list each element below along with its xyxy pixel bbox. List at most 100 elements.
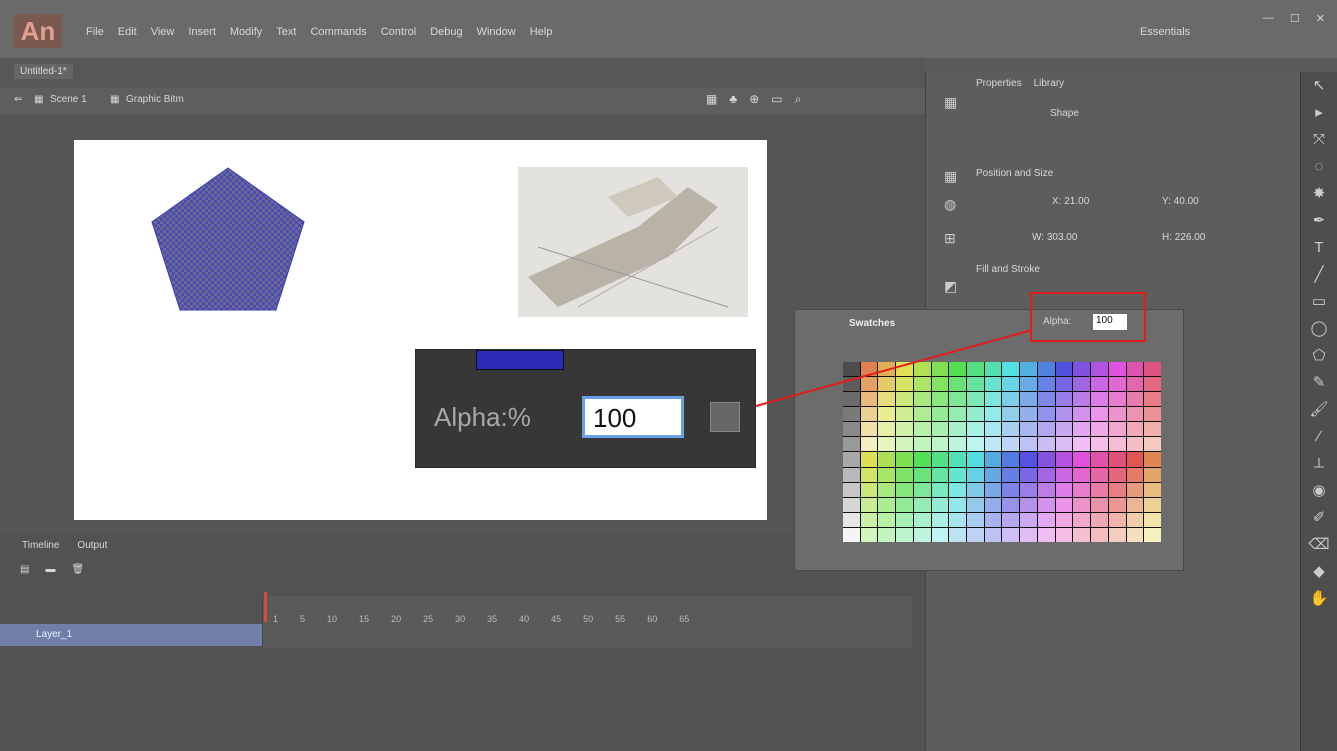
section-fill[interactable]: Fill and Stroke [976,264,1040,275]
swatch-cell[interactable] [913,527,931,542]
swatch-cell[interactable] [967,377,984,392]
swatch-cell[interactable] [984,527,1002,542]
swatch-cell[interactable] [860,437,878,452]
swatch-cell[interactable] [1037,377,1055,392]
swatch-cell[interactable] [1073,437,1091,452]
selection-tool-icon[interactable]: ↖ [1301,72,1337,99]
swatch-cell[interactable] [931,527,949,542]
tab-library[interactable]: Library [1034,78,1065,89]
swatch-cell[interactable] [984,407,1002,422]
swatch-cell[interactable] [878,482,896,497]
swatch-cell[interactable] [878,377,896,392]
clip-icon[interactable]: ▭ [771,92,782,107]
swatch-cell[interactable] [1108,377,1126,392]
swatch-cell[interactable] [878,512,896,527]
swatch-cell[interactable] [1020,467,1037,482]
swatch-cell[interactable] [967,467,984,482]
swatch-cell[interactable] [1126,482,1144,497]
swatch-cell[interactable] [1091,497,1108,512]
swatch-cell[interactable] [896,482,913,497]
swatch-cell[interactable] [949,482,967,497]
swatch-cell[interactable] [931,407,949,422]
swatch-cell[interactable] [1073,467,1091,482]
swatch-cell[interactable] [1020,527,1037,542]
swatch-cell[interactable] [931,497,949,512]
swatch-cell[interactable] [1037,452,1055,467]
swatch-cell[interactable] [984,437,1002,452]
swatch-cell[interactable] [843,437,860,452]
brush-icon[interactable]: 🖌 [1301,396,1337,423]
swatch-cell[interactable] [1144,482,1161,497]
swatch-cell[interactable] [1144,407,1161,422]
swatch-cell[interactable] [860,527,878,542]
swatch-cell[interactable] [1037,497,1055,512]
swatch-cell[interactable] [1020,362,1037,377]
swatch-cell[interactable] [1055,482,1073,497]
x-field[interactable]: X: 21.00 [1052,196,1089,207]
swatch-cell[interactable] [931,377,949,392]
swatch-cell[interactable] [843,377,860,392]
swatch-cell[interactable] [984,422,1002,437]
swatch-cell[interactable] [1108,437,1126,452]
tab-properties[interactable]: Properties [976,78,1022,89]
document-tab[interactable]: Untitled-1* [14,64,73,79]
swatch-cell[interactable] [1108,497,1126,512]
swatch-cell[interactable] [878,362,896,377]
swatch-cell[interactable] [931,452,949,467]
swatch-cell[interactable] [1020,452,1037,467]
menu-debug[interactable]: Debug [430,26,462,38]
swatch-cell[interactable] [949,422,967,437]
swatch-cell[interactable] [1091,422,1108,437]
swatch-cell[interactable] [1126,422,1144,437]
swatch-cell[interactable] [1002,377,1020,392]
menu-text[interactable]: Text [276,26,296,38]
swatch-cell[interactable] [1055,437,1073,452]
swatch-cell[interactable] [1020,437,1037,452]
swatch-cell[interactable] [1037,437,1055,452]
swatch-cell[interactable] [1002,497,1020,512]
swatch-cell[interactable] [967,527,984,542]
swatch-cell[interactable] [913,482,931,497]
line-tool-icon[interactable]: ╱ [1301,261,1337,288]
edit-symbol-icon[interactable]: ♣ [729,92,737,107]
swatch-cell[interactable] [1037,467,1055,482]
swatch-cell[interactable] [1126,407,1144,422]
swatch-cell[interactable] [949,467,967,482]
scene-label[interactable]: Scene 1 [50,94,87,105]
hand-icon[interactable]: ✋ [1301,585,1337,612]
swatch-cell[interactable] [1055,452,1073,467]
menu-help[interactable]: Help [530,26,553,38]
swatch-cell[interactable] [878,527,896,542]
layer-name[interactable]: Layer_1 [36,629,72,640]
menu-insert[interactable]: Insert [188,26,216,38]
pencil-icon[interactable]: ✎ [1301,369,1337,396]
new-folder-icon[interactable]: ▬ [45,564,55,575]
paint-bucket-icon[interactable]: ◉ [1301,477,1337,504]
swatch-cell[interactable] [1126,527,1144,542]
swatch-cell[interactable] [1020,392,1037,407]
swatch-cell[interactable] [1126,392,1144,407]
swatch-cell[interactable] [1055,512,1073,527]
swatch-cell[interactable] [949,407,967,422]
swatch-cell[interactable] [949,452,967,467]
swatch-cell[interactable] [1055,497,1073,512]
swatch-cell[interactable] [896,407,913,422]
pentagon-shape[interactable] [148,164,308,314]
swatch-cell[interactable] [860,422,878,437]
swatch-cell[interactable] [896,437,913,452]
swatch-cell[interactable] [878,437,896,452]
swatch-cell[interactable] [1126,437,1144,452]
bone-icon[interactable]: ⟂ [1301,450,1337,477]
swatch-cell[interactable] [896,362,913,377]
swatch-cell[interactable] [1073,497,1091,512]
new-layer-icon[interactable]: ▤ [20,564,29,575]
swatch-cell[interactable] [967,437,984,452]
swatch-cell[interactable] [860,407,878,422]
swatch-cell[interactable] [860,482,878,497]
swatch-cell[interactable] [1002,407,1020,422]
swatch-cell[interactable] [1108,407,1126,422]
swatch-cell[interactable] [1108,467,1126,482]
swatch-cell[interactable] [1144,512,1161,527]
section-position[interactable]: Position and Size [976,168,1053,179]
swatch-cell[interactable] [984,452,1002,467]
